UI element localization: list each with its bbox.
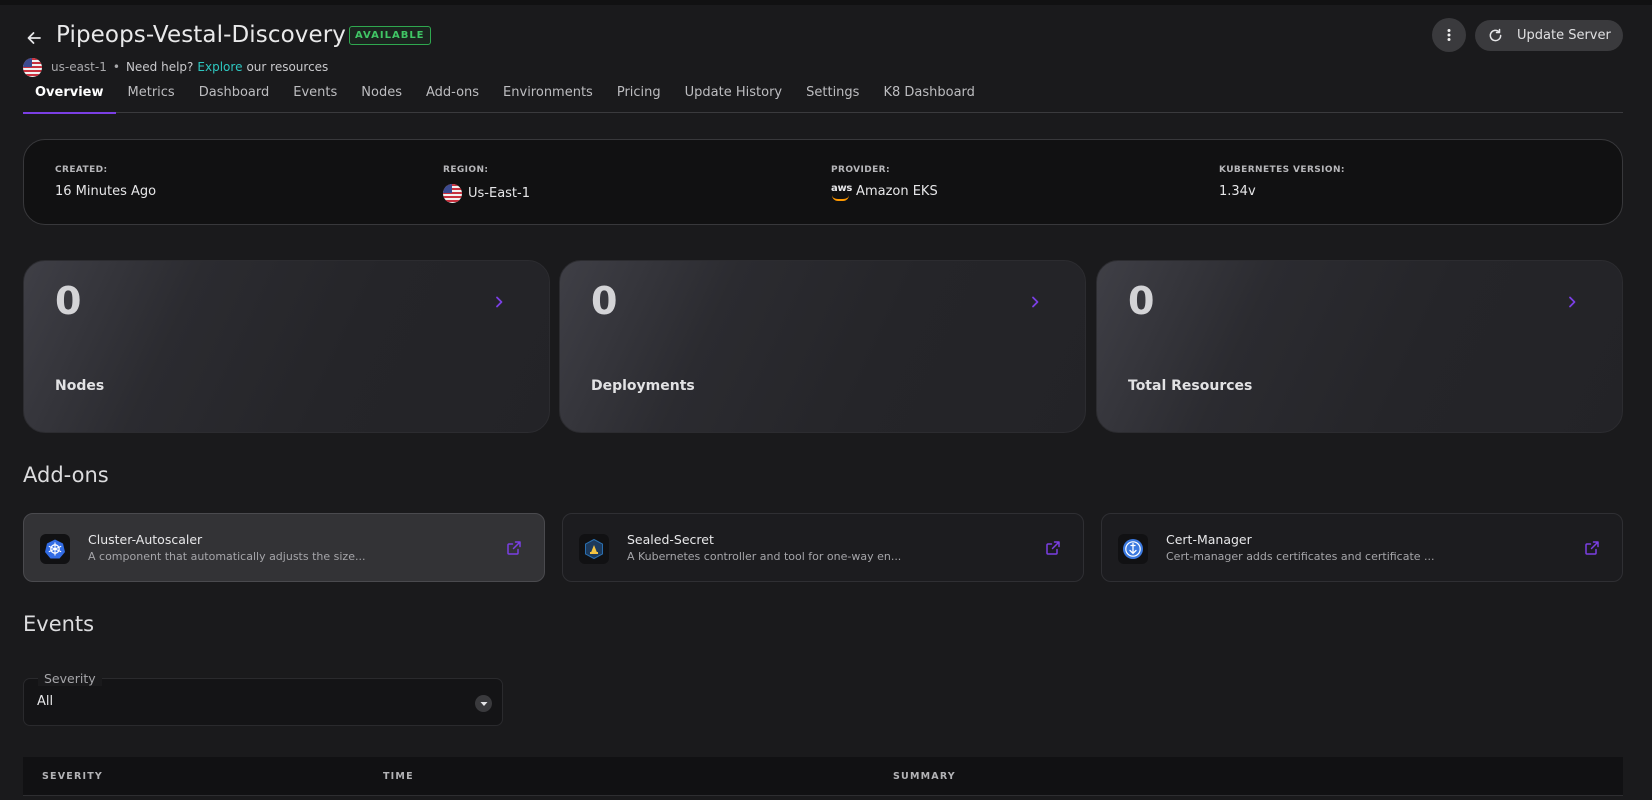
help-text: Need help? — [125, 60, 194, 74]
nodes-count: 0 — [55, 279, 82, 323]
nodes-stat-card[interactable]: 0 Nodes — [23, 260, 550, 433]
deployments-label: Deployments — [591, 378, 695, 394]
addon-description: A component that automatically adjusts t… — [88, 550, 366, 563]
addon-description: A Kubernetes controller and tool for one… — [627, 550, 902, 563]
chevron-right-icon[interactable] — [491, 294, 507, 310]
region-info: REGION: Us-East-1 — [443, 165, 530, 203]
events-heading: Events — [23, 612, 95, 636]
severity-label: Severity — [38, 671, 102, 686]
sealed-secret-icon — [579, 534, 609, 564]
cluster-info-card: CREATED: 16 Minutes Ago REGION: Us-East-… — [23, 139, 1623, 225]
update-server-label: Update Server — [1517, 28, 1611, 43]
provider-value-text: Amazon EKS — [856, 184, 938, 199]
events-table-header: SEVERITY TIME SUMMARY — [23, 757, 1623, 796]
region-label: REGION: — [443, 165, 489, 175]
external-link-icon[interactable] — [1045, 540, 1061, 556]
addon-name: Cluster-Autoscaler — [88, 532, 203, 547]
chevron-right-icon[interactable] — [1027, 294, 1043, 310]
addon-card-sealed-secret[interactable]: Sealed-Secret A Kubernetes controller an… — [562, 513, 1084, 582]
tab-nodes[interactable]: Nodes — [349, 75, 414, 113]
tab-update-history[interactable]: Update History — [673, 75, 794, 113]
resources-text: our resources — [246, 60, 329, 74]
kubernetes-version-value: 1.34v — [1219, 184, 1345, 199]
column-summary[interactable]: SUMMARY — [893, 771, 956, 782]
refresh-icon — [1489, 28, 1502, 42]
kubernetes-version-label: KUBERNETES VERSION: — [1219, 165, 1345, 175]
back-arrow-icon[interactable] — [23, 27, 45, 49]
tab-bar: Overview Metrics Dashboard Events Nodes … — [23, 75, 1623, 114]
provider-info: PROVIDER: aws Amazon EKS — [831, 165, 938, 201]
region-value: Us-East-1 — [443, 184, 530, 203]
kubernetes-version-text: 1.34v — [1219, 184, 1256, 199]
aws-logo-icon: aws — [831, 183, 853, 201]
created-value: 16 Minutes Ago — [55, 184, 156, 199]
chevron-down-icon[interactable] — [475, 695, 492, 712]
addon-name: Cert-Manager — [1166, 532, 1252, 547]
severity-select[interactable]: Severity All — [23, 671, 503, 726]
add-ons-heading: Add-ons — [23, 463, 109, 487]
addon-card-cluster-autoscaler[interactable]: Cluster-Autoscaler A component that auto… — [23, 513, 545, 582]
tab-settings[interactable]: Settings — [794, 75, 871, 113]
nodes-label: Nodes — [55, 378, 105, 394]
cluster-overview-page: Pipeops-Vestal-Discovery AVAILABLE us-ea… — [23, 5, 1623, 800]
addon-description: Cert-manager adds certificates and certi… — [1166, 550, 1435, 563]
total-resources-stat-card[interactable]: 0 Total Resources — [1096, 260, 1623, 433]
provider-label: PROVIDER: — [831, 165, 890, 175]
status-badge: AVAILABLE — [349, 26, 431, 45]
update-server-button[interactable]: Update Server — [1475, 20, 1623, 51]
us-flag-icon — [23, 57, 42, 77]
tab-add-ons[interactable]: Add-ons — [414, 75, 491, 113]
kubernetes-icon — [40, 534, 70, 564]
created-info: CREATED: 16 Minutes Ago — [55, 165, 156, 199]
tab-overview[interactable]: Overview — [23, 75, 116, 114]
region-value-text: Us-East-1 — [468, 186, 530, 201]
tab-k8-dashboard[interactable]: K8 Dashboard — [871, 75, 986, 113]
us-flag-icon — [443, 184, 462, 203]
addon-card-cert-manager[interactable]: Cert-Manager Cert-manager adds certifica… — [1101, 513, 1623, 582]
explore-link[interactable]: Explore — [197, 60, 242, 74]
page-header: Pipeops-Vestal-Discovery AVAILABLE us-ea… — [23, 5, 1623, 77]
kebab-menu-icon — [1447, 29, 1451, 41]
external-link-icon[interactable] — [1584, 540, 1600, 556]
cert-manager-icon — [1118, 534, 1148, 564]
addon-name: Sealed-Secret — [627, 532, 714, 547]
tab-dashboard[interactable]: Dashboard — [187, 75, 282, 113]
tab-metrics[interactable]: Metrics — [116, 75, 187, 113]
tab-environments[interactable]: Environments — [491, 75, 605, 113]
severity-value: All — [37, 694, 54, 709]
deployments-stat-card[interactable]: 0 Deployments — [559, 260, 1086, 433]
chevron-right-icon[interactable] — [1564, 294, 1580, 310]
external-link-icon[interactable] — [506, 540, 522, 556]
total-resources-count: 0 — [1128, 279, 1155, 323]
created-value-text: 16 Minutes Ago — [55, 184, 157, 199]
tab-pricing[interactable]: Pricing — [605, 75, 673, 113]
tab-events[interactable]: Events — [281, 75, 349, 113]
column-severity[interactable]: SEVERITY — [42, 771, 103, 782]
header-subline: us-east-1 • Need help? Explore our resou… — [23, 57, 329, 77]
created-label: CREATED: — [55, 165, 108, 175]
region-text: us-east-1 — [51, 60, 107, 74]
kubernetes-version-info: KUBERNETES VERSION: 1.34v — [1219, 165, 1345, 199]
provider-value: aws Amazon EKS — [831, 183, 938, 201]
more-options-button[interactable] — [1432, 18, 1466, 52]
deployments-count: 0 — [591, 279, 618, 323]
total-resources-label: Total Resources — [1128, 378, 1253, 394]
separator-dot: • — [112, 60, 120, 74]
column-time[interactable]: TIME — [383, 771, 414, 782]
page-title: Pipeops-Vestal-Discovery — [56, 22, 347, 48]
